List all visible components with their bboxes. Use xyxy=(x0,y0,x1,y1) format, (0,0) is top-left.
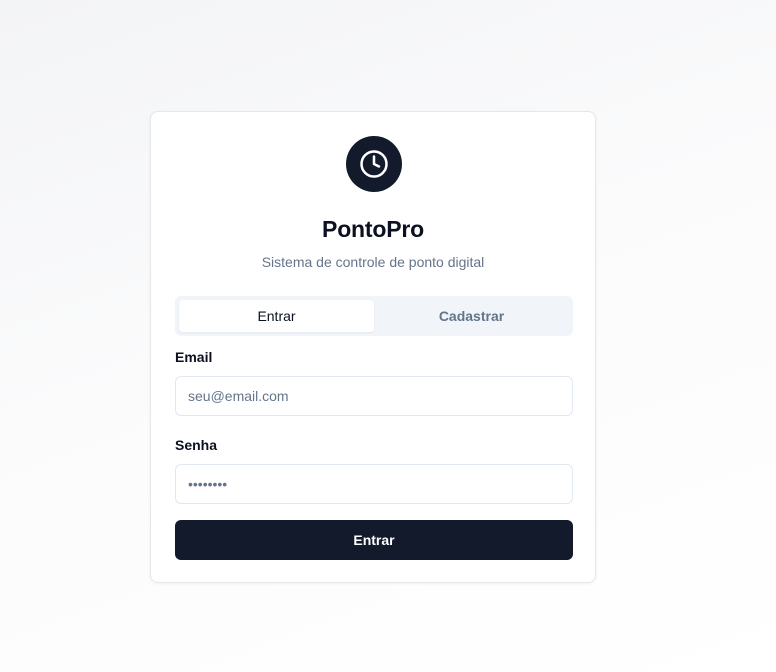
email-field[interactable] xyxy=(175,376,573,416)
email-label: Email xyxy=(175,349,213,365)
clock-icon xyxy=(360,150,388,178)
submit-button[interactable]: Entrar xyxy=(175,520,573,560)
password-label: Senha xyxy=(175,437,218,453)
app-subtitle: Sistema de controle de ponto digital xyxy=(261,254,485,270)
password-field[interactable] xyxy=(175,464,573,504)
tab-cadastrar[interactable]: Cadastrar xyxy=(374,300,569,332)
app-title: PontoPro xyxy=(322,216,424,242)
app-logo xyxy=(346,136,402,192)
login-card: PontoPro Sistema de controle de ponto di… xyxy=(150,111,596,583)
auth-tabs: Entrar Cadastrar xyxy=(175,296,573,336)
tab-entrar[interactable]: Entrar xyxy=(179,300,374,332)
